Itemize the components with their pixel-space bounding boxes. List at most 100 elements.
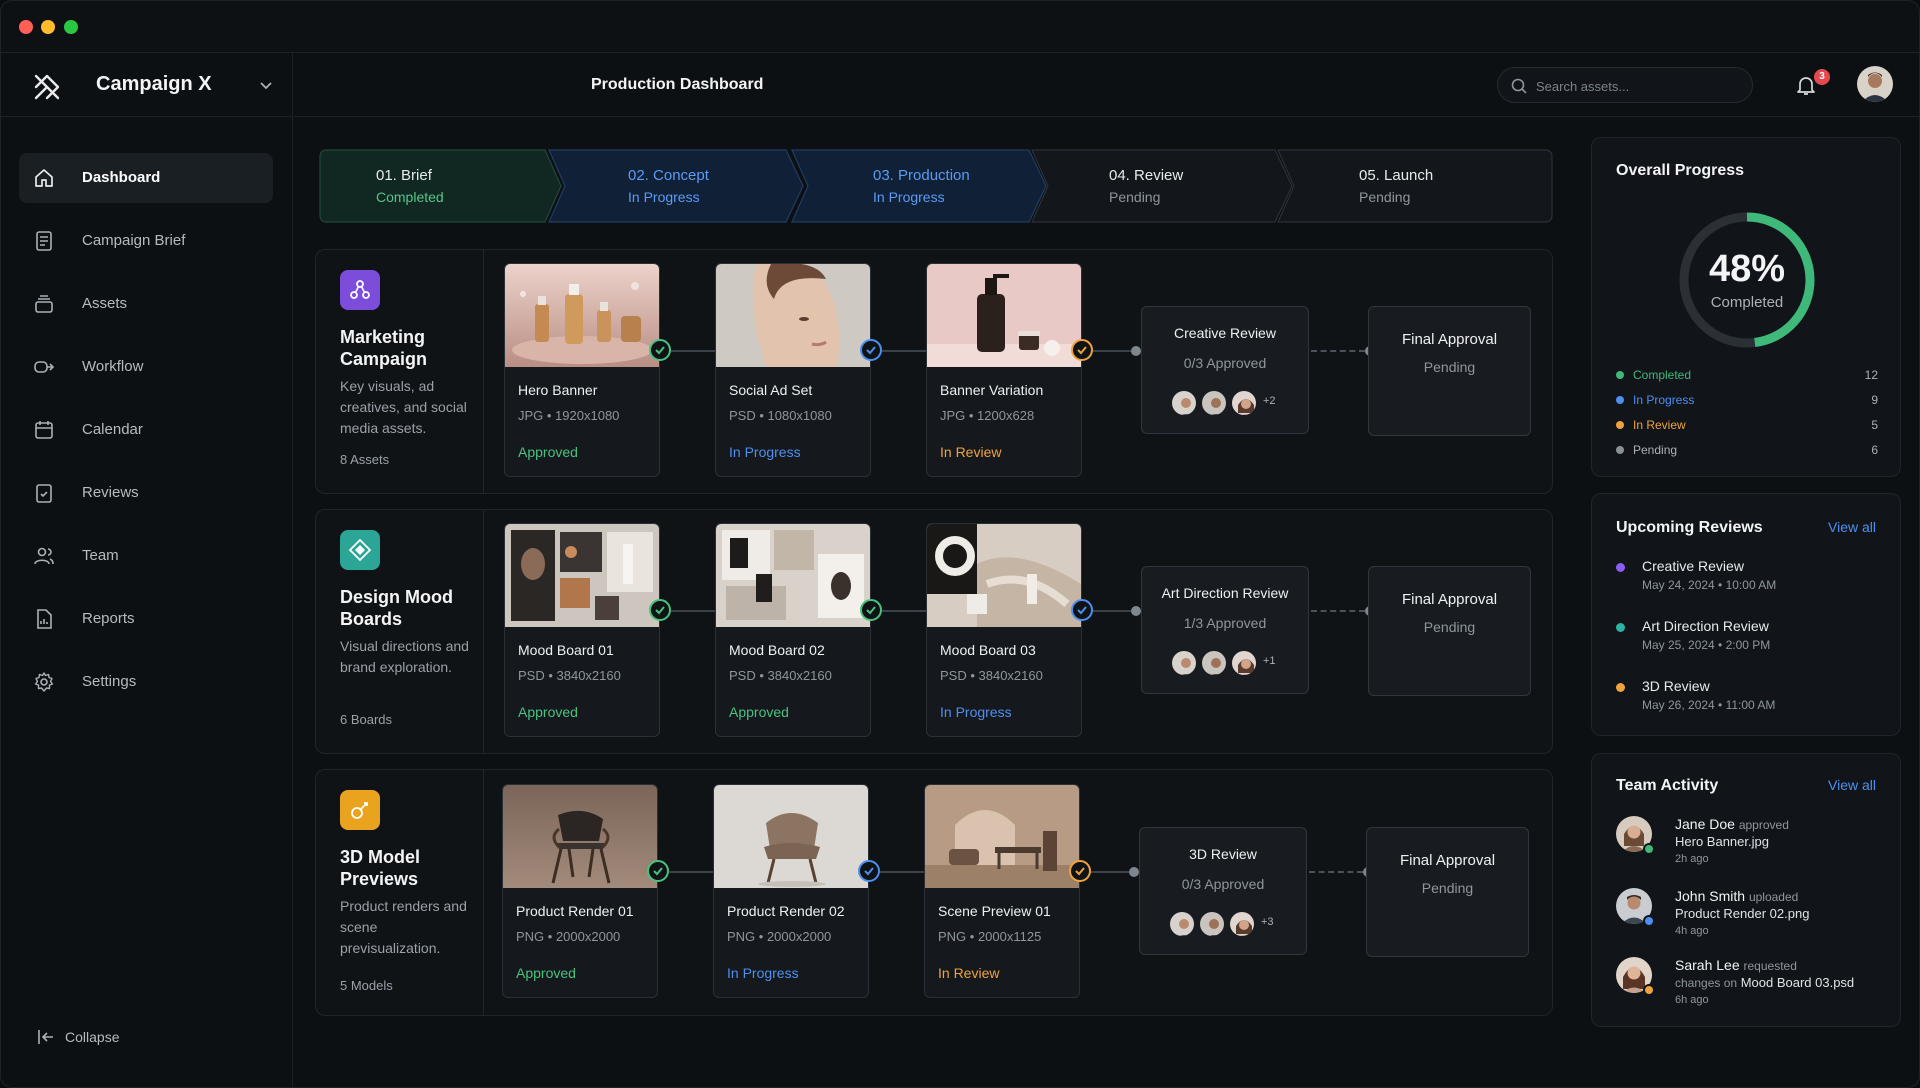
view-all-activity-link[interactable]: View all <box>1828 777 1876 793</box>
close-window-button[interactable] <box>19 20 33 34</box>
maximize-window-button[interactable] <box>64 20 78 34</box>
in-review-check-icon <box>1069 860 1091 882</box>
title-bar <box>1 1 1919 53</box>
stage-stepper: 01. Brief Completed 02. Concept In Progr… <box>319 149 1553 223</box>
asset-name: Social Ad Set <box>729 382 813 398</box>
reviewer-avatar <box>1168 910 1196 938</box>
legend-dot <box>1616 421 1624 429</box>
dashed-connector <box>1311 350 1365 352</box>
sidebar-item-campaign-brief[interactable]: Campaign Brief <box>19 216 273 266</box>
sidebar-item-label: Settings <box>82 673 137 690</box>
chevron-down-icon[interactable] <box>258 77 274 93</box>
asset-card-social-ad-set[interactable]: Social Ad Set PSD • 1080x1080 In Progres… <box>715 263 871 477</box>
search-input[interactable] <box>1536 76 1736 96</box>
workflow-row-marketing: Marketing Campaign Key visuals, ad creat… <box>315 249 1553 494</box>
online-status-dot <box>1643 984 1655 996</box>
review-card-art-direction[interactable]: Art Direction Review 1/3 Approved +1 <box>1141 566 1309 694</box>
sidebar-item-team[interactable]: Team <box>19 531 273 581</box>
workflow-title: Design Mood Boards <box>340 587 453 629</box>
stage-status: In Progress <box>873 189 945 205</box>
app-window: Campaign X Dashboard Campaign Brief Asse… <box>0 0 1920 1088</box>
user-avatar[interactable] <box>1857 66 1893 102</box>
approved-check-icon <box>860 599 882 621</box>
sidebar-item-label: Team <box>82 547 119 564</box>
minimize-window-button[interactable] <box>41 20 55 34</box>
users-icon <box>34 547 54 565</box>
stage-review[interactable]: 04. Review Pending <box>1031 149 1295 223</box>
review-dot <box>1616 623 1625 632</box>
asset-name: Mood Board 01 <box>518 642 614 658</box>
final-approval-title: Final Approval <box>1399 852 1496 869</box>
asset-card-scene-preview-01[interactable]: Scene Preview 01 PNG • 2000x1125 In Revi… <box>924 784 1080 998</box>
stage-concept[interactable]: 02. Concept In Progress <box>548 149 806 223</box>
stage-production[interactable]: 03. Production In Progress <box>791 149 1049 223</box>
view-all-reviews-link[interactable]: View all <box>1828 519 1876 535</box>
stage-name: 02. Concept <box>628 167 709 184</box>
asset-card-mood-board-01[interactable]: Mood Board 01 PSD • 3840x2160 Approved <box>504 523 660 737</box>
asset-card-product-render-02[interactable]: Product Render 02 PNG • 2000x2000 In Pro… <box>713 784 869 998</box>
activity-object: Product Render 02.png <box>1675 906 1810 921</box>
in-progress-check-icon <box>858 860 880 882</box>
workflow-count: 8 Assets <box>340 452 390 467</box>
stage-brief[interactable]: 01. Brief Completed <box>319 149 563 223</box>
report-icon <box>37 609 52 629</box>
workflow-count: 6 Boards <box>340 712 393 727</box>
legend-dot <box>1616 446 1624 454</box>
review-time: May 24, 2024 • 10:00 AM <box>1642 578 1777 592</box>
dashed-connector <box>1311 610 1365 612</box>
activity-user: Jane Doe <box>1675 816 1735 832</box>
sidebar-item-reviews[interactable]: Reviews <box>19 468 273 518</box>
sidebar-item-settings[interactable]: Settings <box>19 657 273 707</box>
final-approval-card[interactable]: Final Approval Pending <box>1368 306 1531 436</box>
review-card-creative[interactable]: Creative Review 0/3 Approved +2 <box>1141 306 1309 434</box>
review-card-3d[interactable]: 3D Review 0/3 Approved +3 <box>1139 827 1307 955</box>
sidebar-item-label: Reports <box>82 610 135 627</box>
more-reviewers-count: +1 <box>1263 655 1276 667</box>
asset-card-mood-board-03[interactable]: Mood Board 03 PSD • 3840x2160 In Progres… <box>926 523 1082 737</box>
online-status-dot <box>1643 915 1655 927</box>
sidebar-item-assets[interactable]: Assets <box>19 279 273 329</box>
sidebar-item-reports[interactable]: Reports <box>19 594 273 644</box>
activity-line-1: John Smith uploaded <box>1675 888 1798 904</box>
legend-dot <box>1616 371 1624 379</box>
calendar-icon <box>35 421 53 439</box>
review-name: Art Direction Review <box>1642 618 1769 634</box>
review-time: May 25, 2024 • 2:00 PM <box>1642 638 1771 652</box>
document-icon <box>36 231 52 251</box>
stage-launch[interactable]: 05. Launch Pending <box>1277 149 1553 223</box>
asset-card-banner-variation[interactable]: Banner Variation JPG • 1200x628 In Revie… <box>926 263 1082 477</box>
activity-action: approved <box>1738 818 1789 832</box>
asset-meta: PSD • 3840x2160 <box>729 668 832 683</box>
legend-label: Completed <box>1633 368 1692 382</box>
sidebar-item-calendar[interactable]: Calendar <box>19 405 273 455</box>
sidebar-item-label: Campaign Brief <box>82 232 186 249</box>
collapse-arrow-icon <box>38 1030 53 1044</box>
asset-card-hero-banner[interactable]: Hero Banner JPG • 1920x1080 Approved <box>504 263 660 477</box>
asset-name: Scene Preview 01 <box>938 903 1051 919</box>
connector-line <box>882 610 926 612</box>
mood-board-icon <box>340 530 380 570</box>
legend-label: Pending <box>1633 443 1678 457</box>
asset-card-product-render-01[interactable]: Product Render 01 PNG • 2000x2000 Approv… <box>502 784 658 998</box>
asset-status: Approved <box>729 704 789 720</box>
final-approval-card[interactable]: Final Approval Pending <box>1366 827 1529 957</box>
review-time: May 26, 2024 • 11:00 AM <box>1642 698 1776 712</box>
asset-card-mood-board-02[interactable]: Mood Board 02 PSD • 3840x2160 Approved <box>715 523 871 737</box>
final-approval-card[interactable]: Final Approval Pending <box>1368 566 1531 696</box>
campaign-switcher[interactable]: Campaign X <box>1 53 293 117</box>
legend-value: 12 <box>1864 368 1878 382</box>
search-box[interactable] <box>1497 67 1753 103</box>
final-approval-status: Pending <box>1421 880 1474 896</box>
sidebar-item-label: Dashboard <box>82 169 161 186</box>
sidebar-item-workflow[interactable]: Workflow <box>19 342 273 392</box>
sidebar-item-dashboard[interactable]: Dashboard <box>19 153 273 203</box>
sidebar-item-label: Workflow <box>82 358 144 375</box>
approved-check-icon <box>647 860 669 882</box>
workflow-icon <box>34 361 55 373</box>
asset-thumbnail <box>716 264 870 367</box>
asset-thumbnail <box>505 524 659 627</box>
activity-object-prefix: changes on <box>1675 976 1738 990</box>
workflow-info: Marketing Campaign Key visuals, ad creat… <box>316 250 484 493</box>
sidebar-nav: Dashboard Campaign Brief Assets Workflow… <box>19 153 273 720</box>
workflow-row-mood-boards: Design Mood Boards Visual directions and… <box>315 509 1553 754</box>
